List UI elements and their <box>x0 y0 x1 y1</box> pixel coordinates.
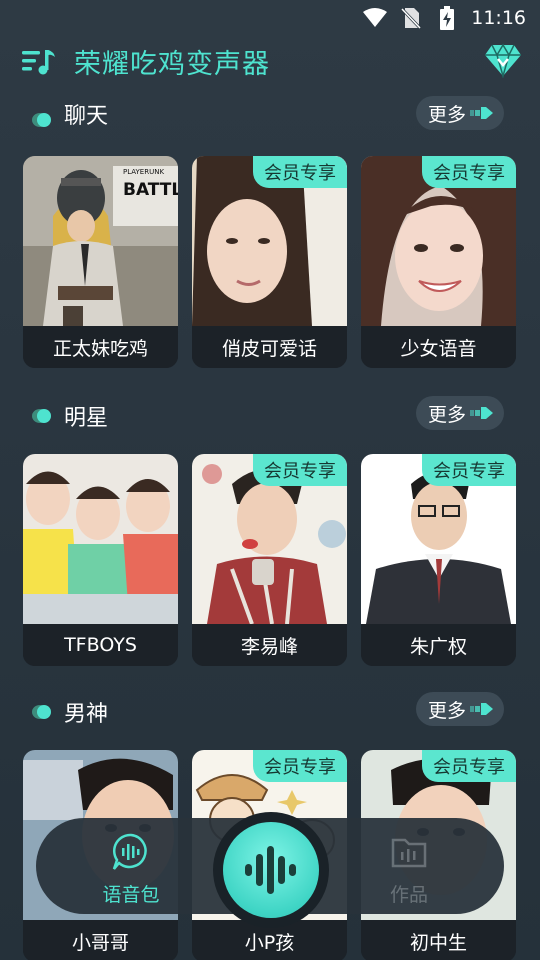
no-sim-icon <box>399 7 423 29</box>
voice-bubble-icon <box>112 833 147 870</box>
sound-wave-icon <box>245 846 296 894</box>
more-label: 更多 <box>428 103 467 126</box>
section-stars: 明星 更多 TFBOYS 会员专享 李易峰 会员专享 朱广权 <box>0 394 540 666</box>
more-label: 更多 <box>428 403 467 426</box>
image-text: BATTLEG <box>123 180 178 200</box>
vip-badge: 会员专享 <box>253 156 347 188</box>
app-title: 荣耀吃鸡变声器 <box>74 48 270 80</box>
card-name: 少女语音 <box>361 326 516 368</box>
card-name: 初中生 <box>361 920 516 960</box>
section-male-idols: 男神 更多 小哥哥 会员专享 小P孩 会员专享 初中生 <box>0 690 540 960</box>
card-name: 小哥哥 <box>23 920 178 960</box>
section-title: 明星 <box>64 406 109 431</box>
more-label: 更多 <box>428 699 467 722</box>
app-header: 荣耀吃鸡变声器 <box>0 36 540 86</box>
nav-works[interactable]: 作品 <box>374 832 444 912</box>
image-small-text: PLAYERUNK <box>123 168 165 176</box>
card-image <box>23 454 178 624</box>
card-name: 李易峰 <box>192 624 347 666</box>
card-name: 朱广权 <box>361 624 516 666</box>
arrow-right-icon <box>470 104 494 122</box>
section-dot-icon <box>32 704 52 720</box>
card-row: TFBOYS 会员专享 李易峰 会员专享 朱广权 <box>23 454 517 666</box>
voice-card[interactable]: 会员专享 俏皮可爱话 <box>192 156 347 368</box>
section-title: 聊天 <box>64 104 109 129</box>
more-button[interactable]: 更多 <box>416 96 504 130</box>
voice-card[interactable]: 会员专享 李易峰 <box>192 454 347 666</box>
nav-works-label: 作品 <box>389 884 428 906</box>
section-dot-icon <box>32 112 52 128</box>
card-name: 俏皮可爱话 <box>192 326 347 368</box>
card-image: PLAYERUNK BATTLEG <box>23 156 178 326</box>
card-name: TFBOYS <box>23 624 178 666</box>
music-menu-icon[interactable] <box>22 46 56 76</box>
section-chat: 聊天 更多 PLAYERUNK BATTL 正太妹吃鸡 会员专享 俏皮可爱话 会… <box>0 96 540 368</box>
record-button[interactable] <box>213 812 329 928</box>
wifi-icon <box>363 7 388 29</box>
status-bar: 11:16 <box>0 0 540 36</box>
vip-diamond-icon[interactable] <box>484 42 522 79</box>
more-button[interactable]: 更多 <box>416 692 504 726</box>
vip-badge: 会员专享 <box>422 454 516 486</box>
nav-voice-label: 语音包 <box>102 884 160 906</box>
folder-icon <box>391 838 427 868</box>
arrow-right-icon <box>470 404 494 422</box>
arrow-right-icon <box>470 700 494 718</box>
vip-badge: 会员专享 <box>253 750 347 782</box>
vip-badge: 会员专享 <box>422 156 516 188</box>
vip-badge: 会员专享 <box>253 454 347 486</box>
vip-badge: 会员专享 <box>422 750 516 782</box>
card-name: 正太妹吃鸡 <box>23 326 178 368</box>
voice-card[interactable]: PLAYERUNK BATTLEG 正太妹吃鸡 <box>23 156 178 368</box>
nav-voice-pack[interactable]: 语音包 <box>96 832 166 912</box>
battery-charging-icon <box>435 6 459 30</box>
voice-card[interactable]: 会员专享 朱广权 <box>361 454 516 666</box>
section-title: 男神 <box>64 702 109 727</box>
more-button[interactable]: 更多 <box>416 396 504 430</box>
voice-card[interactable]: TFBOYS <box>23 454 178 666</box>
voice-card[interactable]: 会员专享 少女语音 <box>361 156 516 368</box>
section-dot-icon <box>32 408 52 424</box>
status-time: 11:16 <box>471 7 526 29</box>
